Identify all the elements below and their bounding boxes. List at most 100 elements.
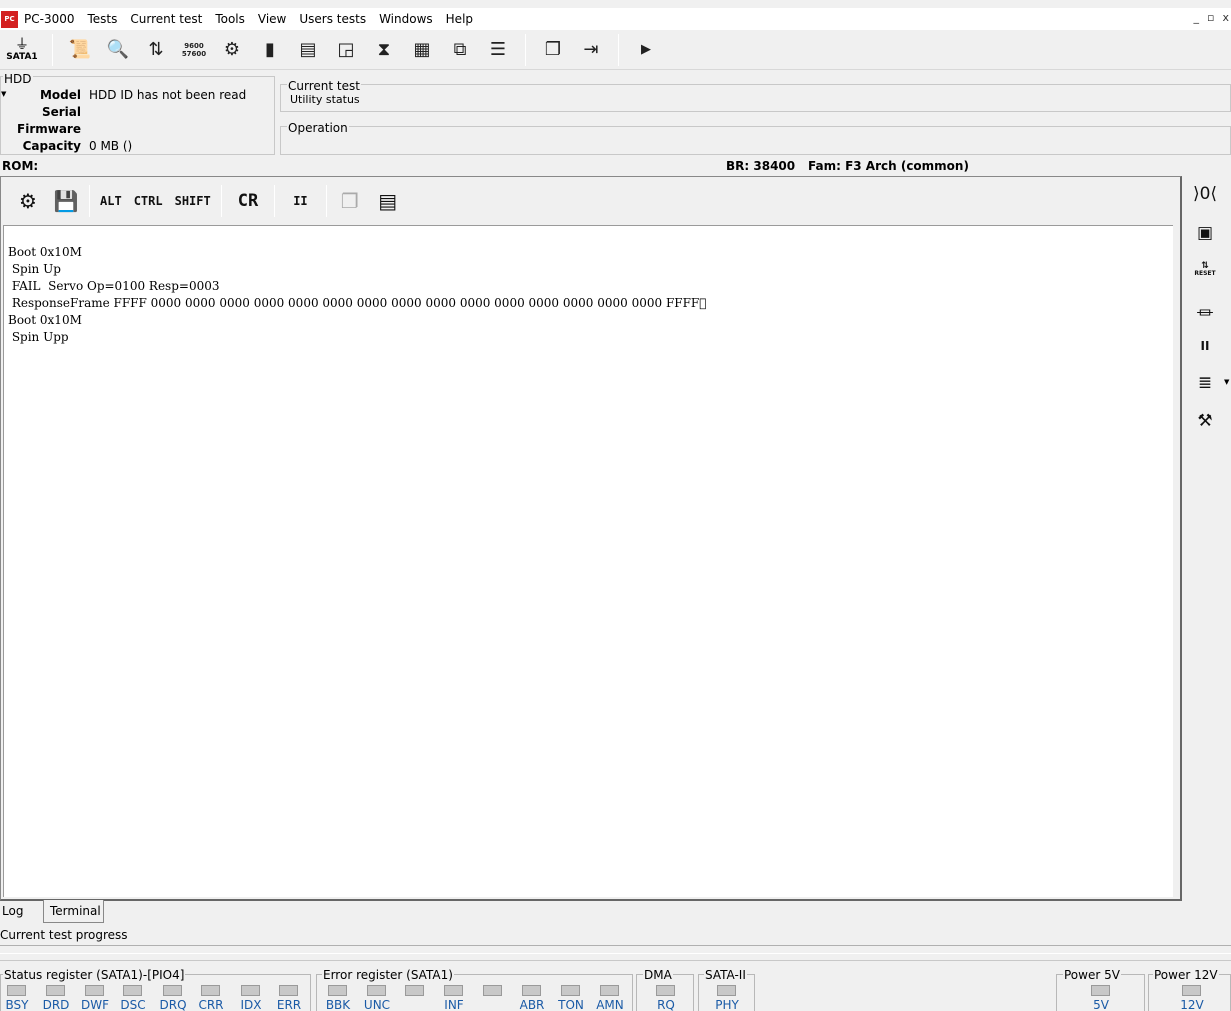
dropdown-arrow-icon[interactable]: ▼: [1224, 378, 1229, 386]
led-label-phy: PHY: [715, 998, 739, 1011]
exit-icon[interactable]: ⇥: [572, 32, 610, 68]
hdd-firmware-row: Firmware: [1, 120, 276, 137]
led-label-bsy: BSY: [5, 998, 29, 1011]
disk-box-icon[interactable]: ◲: [327, 32, 365, 68]
menu-help[interactable]: Help: [446, 12, 473, 26]
tools-icon[interactable]: ⚒: [1187, 406, 1223, 436]
menu-view[interactable]: View: [258, 12, 286, 26]
reset-arrows-icon: ⇅: [1201, 261, 1209, 271]
plug-icon: ⏚: [15, 36, 29, 53]
capacity-value: 0 MB (): [89, 138, 133, 153]
terminal-output[interactable]: Boot 0x10M Spin Up FAIL Servo Op=0100 Re…: [3, 225, 1173, 897]
error-register-legend: Error register (SATA1): [322, 968, 454, 982]
windows-cascade-icon[interactable]: ❐: [534, 32, 572, 68]
terminal-toolbar: ⚙ 💾 ALT CTRL SHIFT CR II ❐ ▤: [1, 177, 1181, 224]
clipboard-icon[interactable]: ▤: [369, 183, 407, 219]
switch-icon[interactable]: ⏛: [1187, 296, 1223, 326]
led-label-drd: DRD: [42, 998, 70, 1011]
alt-key-button[interactable]: ALT: [94, 183, 128, 219]
led-crr: [201, 985, 220, 996]
tab-log[interactable]: Log: [0, 900, 42, 922]
menu-users-tests[interactable]: Users tests: [299, 12, 366, 26]
menu-current-test[interactable]: Current test: [130, 12, 202, 26]
rom-label: ROM:: [2, 159, 39, 173]
terminal-line: Boot 0x10M: [8, 245, 82, 259]
led-unlabeled-1: [405, 985, 424, 996]
divider: [0, 960, 1231, 961]
menu-windows[interactable]: Windows: [379, 12, 433, 26]
save-log-icon[interactable]: 💾: [47, 183, 85, 219]
led-unc: [367, 985, 386, 996]
led-phy: [717, 985, 736, 996]
terminal-line: ResponseFrame FFFF 0000 0000 0000 0000 0…: [8, 296, 707, 310]
model-label: Model: [39, 87, 81, 102]
window-controls: _ ▫ x: [1194, 11, 1229, 24]
ctrl-key-button[interactable]: CTRL: [128, 183, 169, 219]
document-chart-icon[interactable]: ▤: [289, 32, 327, 68]
close-button[interactable]: x: [1222, 11, 1229, 24]
toolbar-separator: [52, 33, 53, 66]
shift-key-button[interactable]: SHIFT: [169, 183, 217, 219]
minimize-button[interactable]: _: [1194, 11, 1200, 24]
model-value: HDD ID has not been read: [89, 87, 247, 102]
led-drd: [46, 985, 65, 996]
board-icon[interactable]: ▣: [1187, 218, 1223, 248]
terminal-toolbar-separator: [274, 184, 276, 217]
led-dsc: [123, 985, 142, 996]
power-toggle-icon[interactable]: ⟩0⟨: [1187, 179, 1223, 209]
right-pause-button[interactable]: II: [1187, 331, 1223, 361]
capacity-label: Capacity: [22, 138, 81, 153]
play-icon[interactable]: ▶: [627, 32, 665, 68]
led-label-12v: 12V: [1180, 998, 1204, 1011]
pause-button[interactable]: II: [279, 183, 321, 219]
power-5v-legend: Power 5V: [1063, 968, 1121, 982]
stack-play-icon[interactable]: ≣: [1187, 368, 1223, 398]
bottom-tabs: Log Terminal: [0, 900, 300, 924]
hourglass-icon[interactable]: ⧗: [365, 32, 403, 68]
drive-transfer-icon[interactable]: ⇅: [137, 32, 175, 68]
terminal-toolbar-separator: [325, 184, 327, 217]
restore-button[interactable]: ▫: [1207, 11, 1214, 24]
menu-tools[interactable]: Tools: [215, 12, 245, 26]
led-label-dwf: DWF: [80, 998, 109, 1011]
reset-button[interactable]: ⇅ RESET: [1187, 255, 1223, 285]
app-logo-icon[interactable]: PC: [1, 10, 18, 28]
copy-icon[interactable]: ❐: [331, 183, 369, 219]
scroll-icon[interactable]: 📜: [61, 32, 99, 68]
toolbar-separator: [618, 33, 619, 66]
led-unlabeled-2: [483, 985, 502, 996]
operation-box: Operation: [280, 121, 1231, 155]
baud-rate-bottom: 57600: [181, 49, 207, 58]
led-label-dsc: DSC: [120, 998, 146, 1011]
led-label-inf: INF: [444, 998, 464, 1011]
led-dwf: [85, 985, 104, 996]
hdd-legend: HDD: [3, 72, 33, 86]
menu-tests[interactable]: Tests: [87, 12, 117, 26]
progress-bar: [0, 945, 1231, 954]
led-idx: [241, 985, 260, 996]
baud-rate-button[interactable]: 9600 57600: [175, 32, 213, 68]
reset-label: RESET: [1194, 270, 1216, 277]
sata-port-button[interactable]: ⏚ SATA1: [0, 31, 44, 69]
chip-icon[interactable]: ▮: [251, 32, 289, 68]
grid-icon[interactable]: ▦: [403, 32, 441, 68]
hdd-capacity-row: Capacity 0 MB (): [1, 137, 276, 154]
status-register-group: Status register (SATA1)-[PIO4] BSY DRD D…: [0, 968, 311, 1011]
operation-legend: Operation: [287, 121, 349, 135]
terminal-line: Spin Up: [8, 262, 61, 276]
led-label-drq: DRQ: [159, 998, 187, 1011]
menu-app-name[interactable]: PC-3000: [24, 12, 74, 26]
tab-terminal[interactable]: Terminal: [43, 900, 104, 923]
progress-label: Current test progress: [0, 928, 128, 942]
settings-page-icon[interactable]: ⚙: [9, 183, 47, 219]
gears-icon[interactable]: ⚙: [213, 32, 251, 68]
power-5v-group: Power 5V 5V: [1056, 968, 1145, 1011]
flowchart-icon[interactable]: ⧉: [441, 32, 479, 68]
cr-button[interactable]: CR: [226, 183, 270, 219]
list-icon[interactable]: ☰: [479, 32, 517, 68]
baud-rate-label: BR: 38400: [726, 159, 796, 173]
led-amn: [600, 985, 619, 996]
hdd-model-row: Model HDD ID has not been read: [1, 86, 276, 103]
magnifier-icon[interactable]: 🔍: [99, 32, 137, 68]
toolbar-separator: [525, 33, 526, 66]
